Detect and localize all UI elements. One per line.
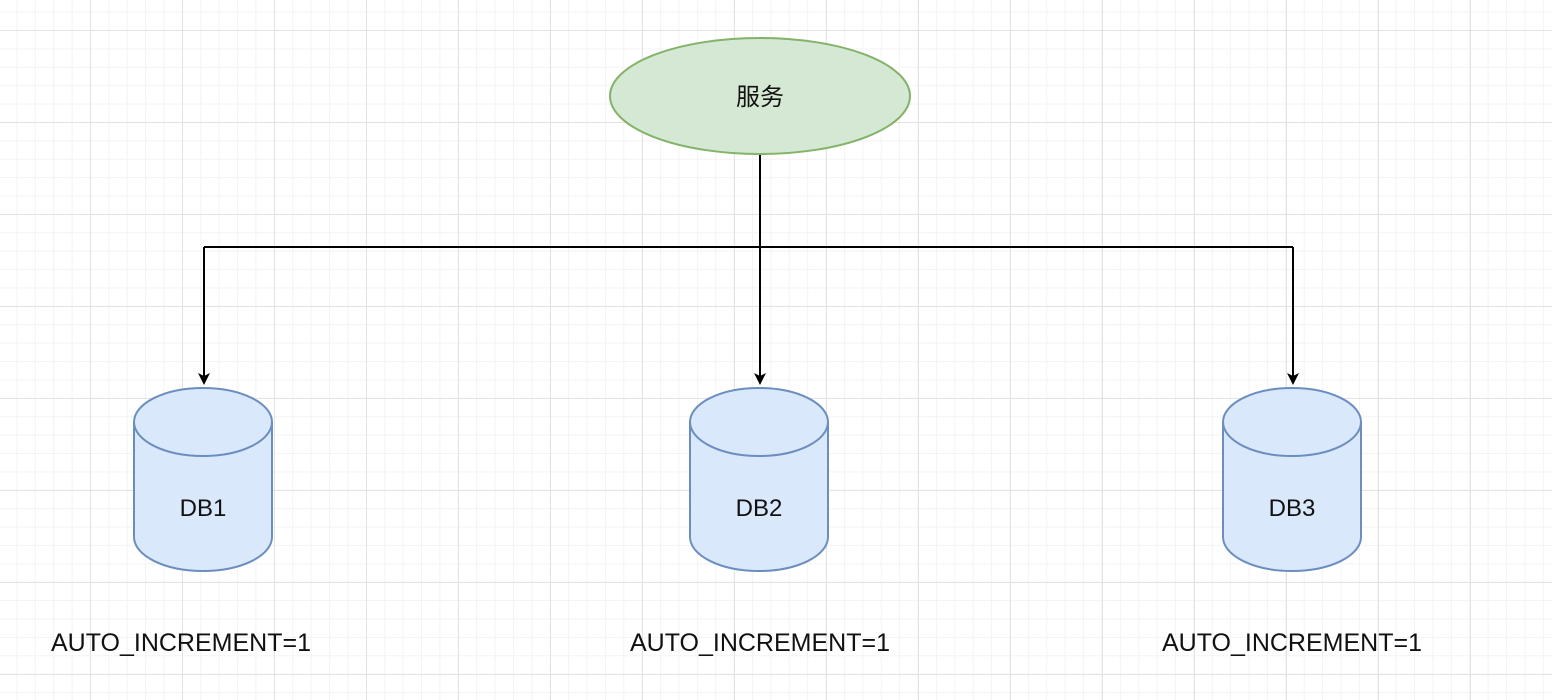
db3-label: DB3 [1269, 495, 1316, 522]
db2-label: DB2 [736, 495, 783, 522]
db1-label: DB1 [180, 495, 227, 522]
service-label: 服务 [736, 83, 784, 111]
db2-cylinder-top [689, 387, 829, 457]
db1-node[interactable]: DB1 [133, 387, 273, 572]
db3-node[interactable]: DB3 [1222, 387, 1362, 572]
diagram-canvas: 服务 DB1 DB2 DB3 AUTO_INCREMENT=1 AUTO_INC… [0, 0, 1552, 700]
db2-caption[interactable]: AUTO_INCREMENT=1 [630, 629, 890, 657]
service-node[interactable]: 服务 [609, 37, 911, 155]
edges [198, 155, 1299, 385]
db1-cylinder-top [133, 387, 273, 457]
db1-caption[interactable]: AUTO_INCREMENT=1 [51, 629, 311, 657]
db2-node[interactable]: DB2 [689, 387, 829, 572]
diagram: 服务 DB1 DB2 DB3 AUTO_INCREMENT=1 AUTO_INC… [51, 37, 1422, 657]
db3-cylinder-top [1222, 387, 1362, 457]
db3-caption[interactable]: AUTO_INCREMENT=1 [1162, 629, 1422, 657]
